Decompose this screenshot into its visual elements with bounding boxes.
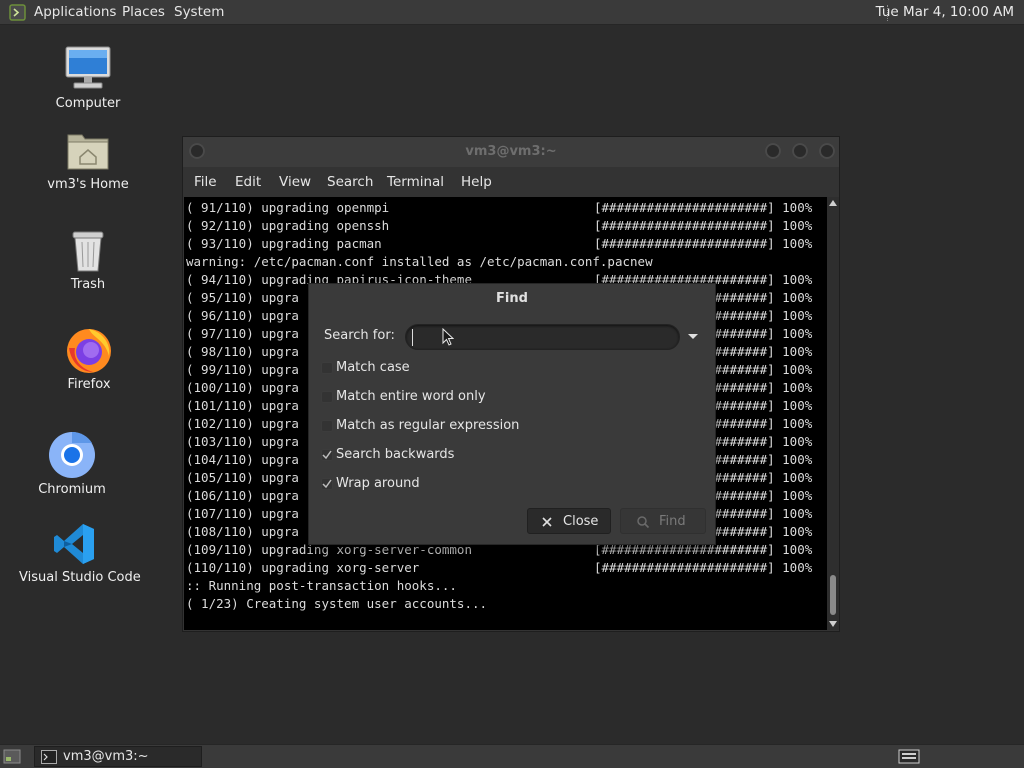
computer-icon bbox=[65, 46, 111, 89]
find-option-label: Match entire word only bbox=[336, 389, 486, 404]
search-icon bbox=[637, 516, 650, 529]
terminal-line: (110/110) upgrading xorg-server bbox=[186, 560, 420, 575]
home-folder-icon bbox=[67, 134, 109, 170]
find-dialog-title: Find bbox=[496, 291, 528, 306]
menu-search[interactable]: Search bbox=[327, 167, 373, 197]
top-panel: Applications Places System Tue Mar 4, 10… bbox=[0, 0, 1024, 25]
find-option[interactable]: Wrap around bbox=[309, 476, 609, 494]
terminal-line: ( 98/110) upgra bbox=[186, 344, 299, 359]
terminal-line: ( 99/110) upgra bbox=[186, 362, 299, 377]
menu-applications[interactable]: Applications bbox=[34, 0, 116, 25]
terminal-line: warning: /etc/pacman.conf installed as /… bbox=[186, 254, 653, 269]
close-button[interactable]: Close bbox=[527, 508, 611, 534]
terminal-progress-bar: [######################] 100% bbox=[594, 236, 813, 251]
desktop-icon-home[interactable]: vm3's Home bbox=[33, 129, 143, 199]
firefox-icon bbox=[67, 329, 111, 373]
terminal-line: ( 93/110) upgrading pacman bbox=[186, 236, 382, 251]
taskbar-item-label: vm3@vm3:~ bbox=[63, 749, 149, 764]
scroll-down-icon[interactable] bbox=[829, 621, 837, 627]
checkbox-unchecked-icon[interactable] bbox=[321, 362, 333, 374]
find-option-label: Search backwards bbox=[336, 447, 455, 462]
terminal-line: (107/110) upgra bbox=[186, 506, 299, 521]
desktop-label-computer: Computer bbox=[55, 96, 121, 111]
terminal-line: ( 97/110) upgra bbox=[186, 326, 299, 341]
chromium-icon bbox=[49, 431, 95, 478]
menu-places[interactable]: Places bbox=[122, 0, 165, 25]
close-button-label: Close bbox=[563, 514, 599, 529]
mouse-pointer-icon bbox=[442, 328, 454, 346]
terminal-line: (105/110) upgra bbox=[186, 470, 299, 485]
distro-logo-icon[interactable] bbox=[9, 4, 26, 21]
show-desktop-icon[interactable] bbox=[3, 749, 21, 764]
terminal-line: ( 92/110) upgrading openssh bbox=[186, 218, 390, 233]
search-history-dropdown-icon[interactable] bbox=[685, 328, 701, 344]
checkbox-checked-icon[interactable] bbox=[321, 449, 333, 461]
scrollbar-thumb[interactable] bbox=[830, 575, 836, 615]
find-dialog: Find Search for: Match case Match entire … bbox=[308, 283, 716, 545]
find-option-label: Wrap around bbox=[336, 476, 420, 491]
clock[interactable]: Tue Mar 4, 10:00 AM bbox=[866, 0, 1024, 25]
terminal-line: ( 1/23) Creating system user accounts... bbox=[186, 596, 488, 611]
menu-terminal[interactable]: Terminal bbox=[387, 167, 444, 197]
window-close-button[interactable] bbox=[819, 143, 835, 159]
terminal-title: vm3@vm3:~ bbox=[465, 144, 557, 159]
terminal-line: ( 96/110) upgra bbox=[186, 308, 299, 323]
scroll-up-icon[interactable] bbox=[829, 200, 837, 206]
menu-edit[interactable]: Edit bbox=[235, 167, 261, 197]
vscode-icon bbox=[54, 524, 94, 564]
desktop-icon-vscode[interactable]: Visual Studio Code bbox=[19, 520, 141, 590]
terminal-line: (100/110) upgra bbox=[186, 380, 299, 395]
checkbox-unchecked-icon[interactable] bbox=[321, 420, 333, 432]
find-option[interactable]: Match case bbox=[309, 360, 609, 378]
terminal-icon bbox=[41, 750, 57, 764]
terminal-scrollbar[interactable] bbox=[827, 197, 839, 630]
terminal-line: ( 91/110) upgrading openmpi bbox=[186, 200, 390, 215]
desktop-label-trash: Trash bbox=[70, 277, 106, 292]
terminal-line: (103/110) upgra bbox=[186, 434, 299, 449]
find-button[interactable]: Find bbox=[620, 508, 706, 534]
find-button-label: Find bbox=[659, 514, 686, 529]
close-icon bbox=[542, 517, 552, 527]
find-option[interactable]: Search backwards bbox=[309, 447, 609, 465]
terminal-line: (106/110) upgra bbox=[186, 488, 299, 503]
desktop-icon-firefox[interactable]: Firefox bbox=[34, 326, 144, 396]
find-option[interactable]: Match as regular expression bbox=[309, 418, 609, 436]
find-option-label: Match case bbox=[336, 360, 410, 375]
menu-file[interactable]: File bbox=[194, 167, 217, 197]
search-for-label: Search for: bbox=[324, 328, 395, 343]
terminal-line: ( 95/110) upgra bbox=[186, 290, 299, 305]
desktop-icon-trash[interactable]: Trash bbox=[33, 229, 143, 295]
desktop-label-vscode: Visual Studio Code bbox=[19, 570, 141, 585]
checkbox-unchecked-icon[interactable] bbox=[321, 391, 333, 403]
terminal-menubar: File Edit View Search Terminal Help bbox=[183, 167, 839, 197]
terminal-progress-bar: [######################] 100% bbox=[594, 218, 813, 233]
terminal-line: (104/110) upgra bbox=[186, 452, 299, 467]
find-option[interactable]: Match entire word only bbox=[309, 389, 609, 407]
checkbox-checked-icon[interactable] bbox=[321, 478, 333, 490]
keyboard-indicator-icon[interactable] bbox=[898, 749, 920, 764]
minimize-button[interactable] bbox=[765, 143, 781, 159]
terminal-progress-bar: [######################] 100% bbox=[594, 560, 813, 575]
search-input[interactable] bbox=[405, 324, 680, 350]
menu-view[interactable]: View bbox=[279, 167, 311, 197]
terminal-titlebar[interactable]: vm3@vm3:~ bbox=[183, 137, 839, 167]
trash-icon bbox=[72, 231, 104, 272]
bottom-panel: vm3@vm3:~ bbox=[0, 744, 1024, 768]
desktop-label-chromium: Chromium bbox=[38, 482, 106, 497]
menu-help[interactable]: Help bbox=[461, 167, 492, 197]
terminal-progress-bar: [######################] 100% bbox=[594, 200, 813, 215]
text-caret bbox=[412, 329, 413, 346]
desktop-icon-chromium[interactable]: Chromium bbox=[17, 431, 127, 501]
terminal-line: (102/110) upgra bbox=[186, 416, 299, 431]
terminal-line: :: Running post-transaction hooks... bbox=[186, 578, 457, 593]
taskbar-item-terminal[interactable]: vm3@vm3:~ bbox=[34, 746, 202, 767]
menu-system[interactable]: System bbox=[174, 0, 224, 25]
maximize-button[interactable] bbox=[792, 143, 808, 159]
find-option-label: Match as regular expression bbox=[336, 418, 520, 433]
desktop-label-firefox: Firefox bbox=[67, 377, 111, 392]
terminal-line: (101/110) upgra bbox=[186, 398, 299, 413]
terminal-line: (108/110) upgra bbox=[186, 524, 299, 539]
desktop-icon-computer[interactable]: Computer bbox=[33, 45, 143, 115]
desktop-label-home: vm3's Home bbox=[47, 177, 129, 192]
